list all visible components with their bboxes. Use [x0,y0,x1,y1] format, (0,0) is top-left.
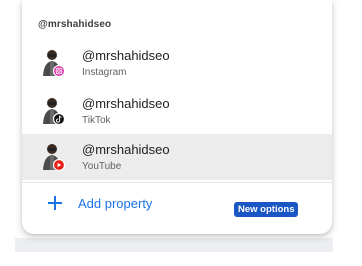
divider [22,182,332,183]
account-item-tiktok[interactable]: @mrshahidseo TikTok [22,88,332,134]
avatar [43,144,66,172]
account-item-youtube[interactable]: @mrshahidseo YouTube [22,134,332,180]
account-handle: @mrshahidseo [82,142,170,157]
background-card [15,238,333,252]
account-platform: TikTok [82,115,111,126]
account-handle: @mrshahidseo [82,96,170,111]
account-handle: @mrshahidseo [82,48,170,63]
section-label: @mrshahidseo [38,19,112,30]
new-options-badge: New options [234,202,299,217]
add-property-button[interactable]: Add property New options [22,190,332,224]
instagram-icon [52,64,66,78]
plus-icon [48,196,62,210]
account-platform: Instagram [82,67,127,78]
account-item-instagram[interactable]: @mrshahidseo Instagram [22,40,332,86]
avatar [43,98,66,126]
add-property-label: Add property [78,196,153,211]
account-switcher-dropdown: @mrshahidseo @mrshahidseo Instagram @mrs… [22,0,332,234]
account-platform: YouTube [82,161,122,172]
tiktok-icon [52,112,66,126]
avatar [43,50,66,78]
